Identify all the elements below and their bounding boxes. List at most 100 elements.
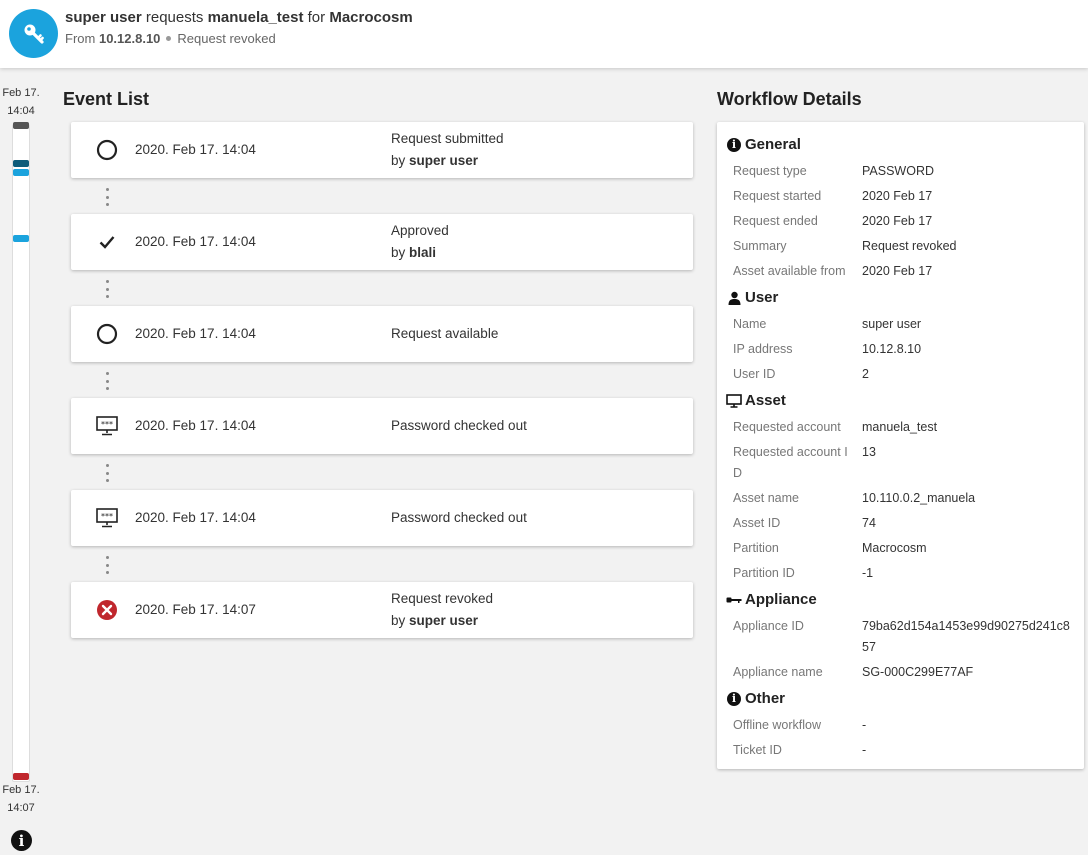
detail-value: super user xyxy=(862,317,922,331)
timeline-start-date: Feb 17. xyxy=(2,87,40,99)
event-connector-dots xyxy=(105,372,109,390)
detail-key: Appliance name xyxy=(733,665,823,679)
partition-name: Macrocosm xyxy=(329,9,413,26)
by-word: by xyxy=(391,153,406,168)
detail-value: 74 xyxy=(862,516,876,530)
from-word: From xyxy=(65,31,96,46)
group-asset-title: Asset xyxy=(726,392,786,409)
event-card[interactable]: 2020. Feb 17. 14:04 Request submitted by s… xyxy=(71,122,693,178)
event-time: 2020. Feb 17. 14:04 xyxy=(135,510,256,525)
password-monitor-icon: *** xyxy=(95,506,119,530)
timeline-start-time: 14:04 xyxy=(7,105,35,117)
timeline-marker[interactable] xyxy=(13,122,29,129)
group-appliance-title: Appliance xyxy=(726,591,817,608)
requested-account: manuela_test xyxy=(207,9,304,26)
svg-text:***: *** xyxy=(101,512,113,521)
detail-value: Request revoked xyxy=(862,239,957,253)
event-card[interactable]: *** 2020. Feb 17. 14:04 Password checked o… xyxy=(71,490,693,546)
detail-value: - xyxy=(862,743,867,757)
timeline-end-date: Feb 17. xyxy=(2,784,40,796)
detail-key: Asset ID xyxy=(733,516,781,530)
detail-key: Request started xyxy=(733,189,822,203)
detail-value: -1 xyxy=(862,566,874,580)
detail-value: 2020 Feb 17 xyxy=(862,214,933,228)
detail-value-line: 79ba62d154a1453e99d90275d241c8 xyxy=(862,619,1070,633)
revoked-x-icon xyxy=(95,598,119,622)
group-title-text: User xyxy=(745,289,779,306)
event-description: Request revoked by super user xyxy=(391,588,493,632)
by-word: by xyxy=(391,245,406,260)
workflow-details-title: Workflow Details xyxy=(717,89,862,109)
detail-value: manuela_test xyxy=(862,420,938,434)
detail-key: Name xyxy=(733,317,767,331)
event-actor-line: by super user xyxy=(391,150,504,172)
event-card[interactable]: 2020. Feb 17. 14:04 Request available xyxy=(71,306,693,362)
info-icon[interactable]: i xyxy=(11,830,32,851)
requests-word: requests xyxy=(145,9,204,26)
event-actor: blali xyxy=(409,245,437,260)
source-ip: 10.12.8.10 xyxy=(98,31,161,46)
appliance-key-icon xyxy=(726,597,742,603)
group-user-title: User xyxy=(726,289,778,306)
detail-key: Request ended xyxy=(733,214,818,228)
password-monitor-icon: *** xyxy=(95,414,119,438)
by-word: by xyxy=(391,613,406,628)
group-title-text: Asset xyxy=(745,392,786,409)
timeline-marker[interactable] xyxy=(13,235,29,242)
timeline-marker[interactable] xyxy=(13,169,29,176)
detail-value: 2020 Feb 17 xyxy=(862,189,933,203)
detail-key-line: Requested account I xyxy=(733,445,848,459)
event-connector-dots xyxy=(105,556,109,574)
event-description: Request submitted by super user xyxy=(391,128,504,172)
event-time: 2020. Feb 17. 14:04 xyxy=(135,418,256,433)
detail-key: Request type xyxy=(733,164,807,178)
key-icon xyxy=(24,24,44,44)
detail-key: IP address xyxy=(733,342,793,356)
group-title-text: Appliance xyxy=(745,591,817,608)
detail-key: Requested account I D xyxy=(733,442,855,484)
group-title-text: General xyxy=(745,136,801,153)
detail-value-line: 57 xyxy=(862,640,876,654)
timeline-track[interactable] xyxy=(12,124,30,782)
requester-name: super user xyxy=(65,9,142,26)
event-time: 2020. Feb 17. 14:07 xyxy=(135,602,256,617)
detail-value: 13 xyxy=(862,445,876,459)
detail-key: Asset available from xyxy=(733,264,846,278)
request-status: Request revoked xyxy=(177,31,276,46)
for-word: for xyxy=(307,9,326,26)
event-time: 2020. Feb 17. 14:04 xyxy=(135,142,256,157)
event-card[interactable]: 2020. Feb 17. 14:04 Approved by blali xyxy=(71,214,693,270)
timeline-marker[interactable] xyxy=(13,160,29,167)
group-general-title: i General xyxy=(726,136,801,153)
separator-dot xyxy=(166,36,172,42)
request-title: super user requests manuela_test for Mac… xyxy=(65,9,413,26)
group-other-title: i Other xyxy=(726,690,785,707)
detail-value: - xyxy=(862,718,867,732)
workflow-details-panel: i General Request type PASSWORD Request s… xyxy=(717,122,1084,769)
event-time: 2020. Feb 17. 14:04 xyxy=(135,234,256,249)
event-text: Request available xyxy=(391,326,499,341)
event-actor-line: by super user xyxy=(391,610,493,632)
event-text: Request revoked xyxy=(391,591,494,606)
event-description: Request available xyxy=(391,323,498,345)
event-text: Password checked out xyxy=(391,510,527,525)
detail-value: 10.12.8.10 xyxy=(862,342,922,356)
event-card[interactable]: 2020. Feb 17. 14:07 Request revoked by sup… xyxy=(71,582,693,638)
detail-key: Asset name xyxy=(733,491,800,505)
event-actor: super user xyxy=(409,153,479,168)
event-description: Approved by blali xyxy=(391,220,449,264)
event-text: Password checked out xyxy=(391,418,527,433)
timeline-marker[interactable] xyxy=(13,773,29,780)
event-description: Password checked out xyxy=(391,507,527,529)
request-subtitle: From 10.12.8.10 Request revoked xyxy=(65,31,276,46)
info-icon: i xyxy=(727,137,741,152)
detail-value: 2020 Feb 17 xyxy=(862,264,933,278)
detail-key: Partition xyxy=(733,541,779,555)
group-title-text: Other xyxy=(745,690,786,707)
event-card[interactable]: *** 2020. Feb 17. 14:04 Password checked o… xyxy=(71,398,693,454)
checkmark-icon xyxy=(95,230,119,254)
detail-value: SG-000C299E77AF xyxy=(862,665,974,679)
info-icon: i xyxy=(727,691,741,706)
event-description: Password checked out xyxy=(391,415,527,437)
event-actor: super user xyxy=(409,613,479,628)
